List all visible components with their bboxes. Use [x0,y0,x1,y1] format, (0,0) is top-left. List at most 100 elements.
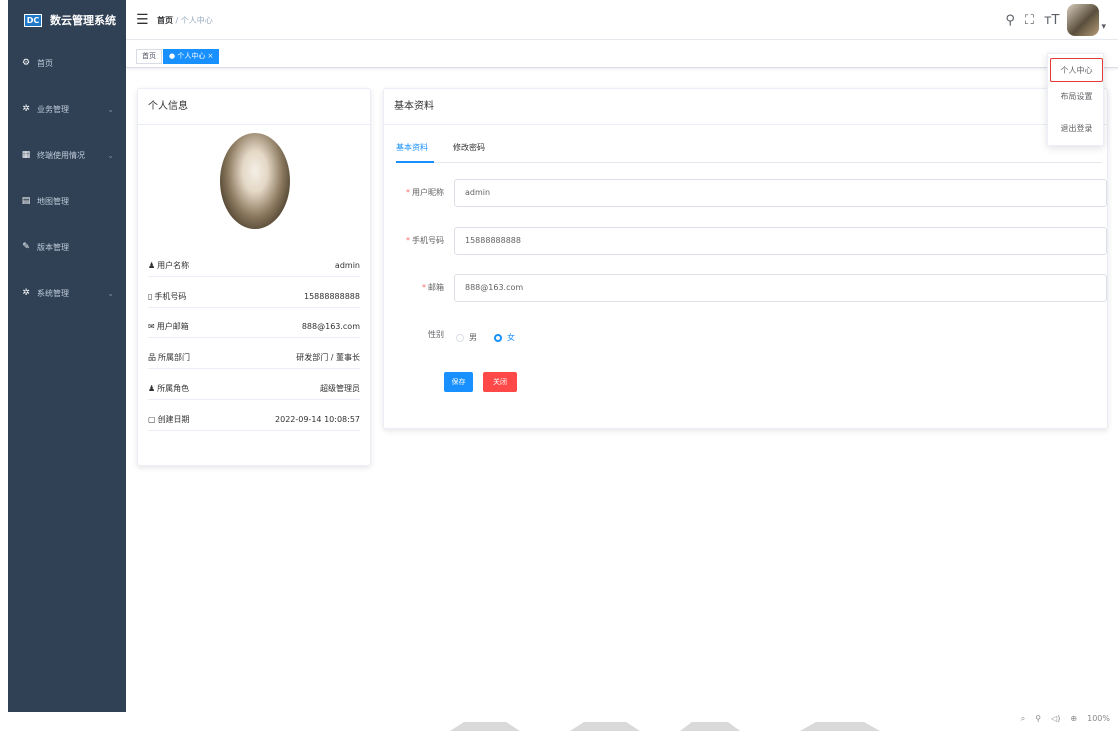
profile-info-label-text: 所属角色 [157,383,190,393]
profile-info-label: ✉ 用户邮箱 [148,321,189,332]
radio-dot [456,333,464,342]
deco-shape [800,722,880,731]
sidebar-item[interactable]: ⚙ 首页 [8,40,126,86]
profile-card: 个人信息 ♟ 用户名称 admin ▯ 手机号码 15888888888 ✉ 用户邮箱 888@… [137,88,371,466]
user-icon: ♟ [148,260,156,270]
date-icon: ▢ [148,414,156,424]
peoples-icon: ♟ [148,383,156,393]
profile-info-label: ▢ 创建日期 [148,414,190,425]
profile-info-row: ▯ 手机号码 15888888888 [148,285,360,308]
status-bar-item[interactable]: ⊕ [1070,714,1077,724]
profile-info-label-text: 用户名称 [157,260,190,270]
status-bar-item[interactable]: ⌕ [1021,714,1025,724]
profile-info-value: 2022-09-14 10:08:57 [275,414,360,424]
fullscreen-icon[interactable]: ⛶ [1025,13,1034,28]
profile-info-label: ▯ 手机号码 [148,291,186,302]
tree-icon: 品 [148,352,156,362]
profile-info-label: 品所属部门 [148,352,190,363]
tag-home[interactable]: 首页 [136,49,162,64]
sidebar-menu: ⚙ 首页 ✲ 业务管理 ⌄ ▦ 终端使用情况 ⌄ ▤ 地图管理 ✎ 版本管理 ✲ 系统管理 ⌄ [8,40,126,316]
sidebar-item[interactable]: ▦ 终端使用情况 ⌄ [8,132,126,178]
sidebar-item[interactable]: ✲ 系统管理 ⌄ [8,270,126,316]
profile-info-label-text: 手机号码 [154,291,187,301]
logo-icon: DC [24,13,42,27]
tags-view: 首页 ● 个人中心 × [126,40,1118,68]
profile-info-label-text: 用户邮箱 [156,321,189,331]
radio-dot [494,333,502,342]
dropdown-item-profile[interactable]: 个人中心 [1050,58,1103,82]
gender-female-radio[interactable]: 女 [494,332,515,343]
profile-info-value: 888@163.com [301,321,360,331]
navbar: ☰ 首页 / 个人中心 ⚲ ⛶ тT ▾ [126,0,1118,40]
email-label: * 邮箱 [422,283,444,292]
breadcrumb-home[interactable]: 首页 [157,16,173,25]
breadcrumb: 首页 / 个人中心 [157,15,213,26]
status-bar-item[interactable]: ◁) [1051,714,1060,724]
chevron-down-icon: ⌄ [107,150,114,160]
status-bar-item[interactable]: ⚲ [1035,714,1041,724]
nickname-label: * 用户昵称 [406,188,444,197]
profile-card-title: 个人信息 [138,89,370,125]
sidebar-item[interactable]: ✎ 版本管理 [8,224,126,270]
profile-info-label: ♟ 所属角色 [148,383,189,394]
gear-icon: ✲ [22,104,30,114]
deco-shape [570,722,640,731]
deco-shape [680,722,740,731]
tab-active-bar [396,161,434,163]
tabs: 基本资料 修改密码 [396,133,1102,163]
map-icon: ▤ [21,196,31,206]
deco-shape [450,722,520,731]
form-row-email: * 邮箱 888@163.com [396,274,1107,302]
gender-male-radio[interactable]: 男 [456,332,477,343]
dropdown-item-logout[interactable]: 退出登录 [1050,117,1103,141]
hamburger-icon[interactable]: ☰ [136,12,149,28]
phone-label: * 手机号码 [406,236,444,245]
app-title: 数云管理系统 [50,14,116,27]
gender-label: 性别 [428,330,444,339]
status-bar-item[interactable]: 100% [1087,714,1110,724]
search-icon[interactable]: ⚲ [1005,13,1015,28]
dashboard-icon: ⚙ [21,58,31,68]
chevron-down-icon: ⌄ [107,104,114,114]
sidebar-item[interactable]: ▤ 地图管理 [8,178,126,224]
profile-info-row: ♟ 用户名称 admin [148,254,360,277]
sidebar: DC 数云管理系统 ⚙ 首页 ✲ 业务管理 ⌄ ▦ 终端使用情况 ⌄ ▤ 地图管理 ✎ 版本管理 ✲ 系统… [8,0,126,712]
logo[interactable]: DC 数云管理系统 [8,0,126,40]
profile-info-label-text: 所属部门 [158,352,190,362]
user-avatar[interactable] [1067,4,1100,36]
right-menu: ⚲ ⛶ тT ▾ [995,4,1106,36]
nickname-input[interactable]: admin [454,179,1107,207]
tab-basic-info[interactable]: 基本资料 [396,142,428,153]
chevron-down-icon[interactable]: ▾ [1101,22,1106,32]
profile-info-value: admin [334,260,360,270]
breadcrumb-separator: / [173,16,181,25]
sidebar-item-label: 地图管理 [37,196,69,206]
profile-avatar[interactable] [220,133,290,229]
save-button[interactable]: 保存 [444,372,473,392]
edit-icon: ✎ [22,242,30,252]
phone-input[interactable]: 15888888888 [454,227,1107,255]
tag-profile[interactable]: ● 个人中心 × [163,49,220,64]
email-icon: ✉ [148,321,155,331]
sidebar-item[interactable]: ✲ 业务管理 ⌄ [8,86,126,132]
gear-icon: ✲ [22,288,30,298]
profile-info-label: ♟ 用户名称 [148,260,189,271]
profile-info-row: ▢ 创建日期 2022-09-14 10:08:57 [148,408,360,431]
font-size-icon[interactable]: тT [1044,13,1060,28]
chart-icon: ▦ [21,150,31,160]
bottom-decoration [450,722,900,731]
phone-icon: ▯ [148,291,153,301]
breadcrumb-current: 个人中心 [180,16,213,25]
form-row-nickname: * 用户昵称 admin [396,179,1107,207]
dropdown-item-layout[interactable]: 布局设置 [1050,85,1103,109]
profile-info-row: ♟ 所属角色 超级管理员 [148,377,360,400]
sidebar-item-label: 业务管理 [37,104,69,114]
tab-change-password[interactable]: 修改密码 [453,142,485,153]
user-dropdown: 个人中心 布局设置 退出登录 [1047,53,1104,146]
basic-info-title: 基本资料 [384,89,1107,125]
profile-info-value: 15888888888 [304,291,360,301]
form-row-phone: * 手机号码 15888888888 [396,227,1107,255]
profile-info-row: ✉ 用户邮箱 888@163.com [148,315,360,338]
email-input[interactable]: 888@163.com [454,274,1107,302]
close-button[interactable]: 关闭 [483,372,517,392]
